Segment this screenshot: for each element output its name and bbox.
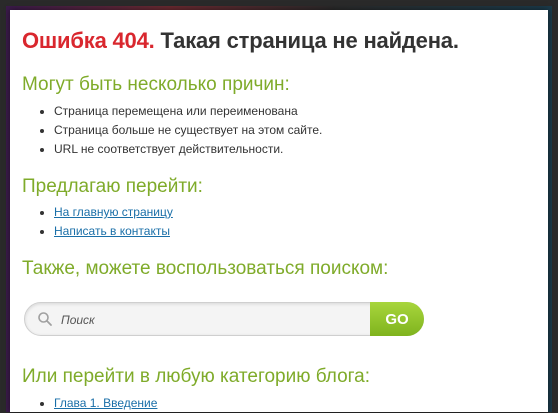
list-item: На главную страницу	[54, 203, 173, 222]
error-code: Ошибка 404.	[22, 28, 155, 53]
error-message: Такая страница не найдена.	[160, 28, 459, 53]
list-item: Написать в контакты	[54, 222, 173, 241]
home-link[interactable]: На главную страницу	[54, 205, 173, 219]
search-heading: Также, можете воспользоваться поиском:	[22, 258, 389, 279]
reason-item: Страница перемещена или переименована	[54, 102, 322, 121]
reason-item: Страница больше не существует на этом са…	[54, 121, 322, 140]
categories-heading: Или перейти в любую категорию блога:	[22, 366, 371, 387]
search-icon	[38, 312, 52, 326]
list-item: Глава 1. Введение	[54, 394, 157, 413]
suggest-list: На главную страницу Написать в контакты	[38, 203, 173, 241]
search-input[interactable]	[59, 310, 363, 330]
search-box: GO	[24, 302, 424, 336]
page-title: Ошибка 404. Такая страница не найдена.	[22, 28, 459, 54]
categories-list: Глава 1. Введение	[38, 394, 157, 413]
reasons-list: Страница перемещена или переименована Ст…	[38, 102, 322, 159]
category-link[interactable]: Глава 1. Введение	[54, 396, 157, 410]
contacts-link[interactable]: Написать в контакты	[54, 224, 170, 238]
reasons-heading: Могут быть несколько причин:	[22, 74, 290, 95]
error-page: Ошибка 404. Такая страница не найдена. М…	[10, 10, 548, 412]
suggest-heading: Предлагаю перейти:	[22, 176, 203, 197]
reason-item: URL не соответствует действительности.	[54, 140, 322, 159]
go-button[interactable]: GO	[370, 302, 424, 336]
